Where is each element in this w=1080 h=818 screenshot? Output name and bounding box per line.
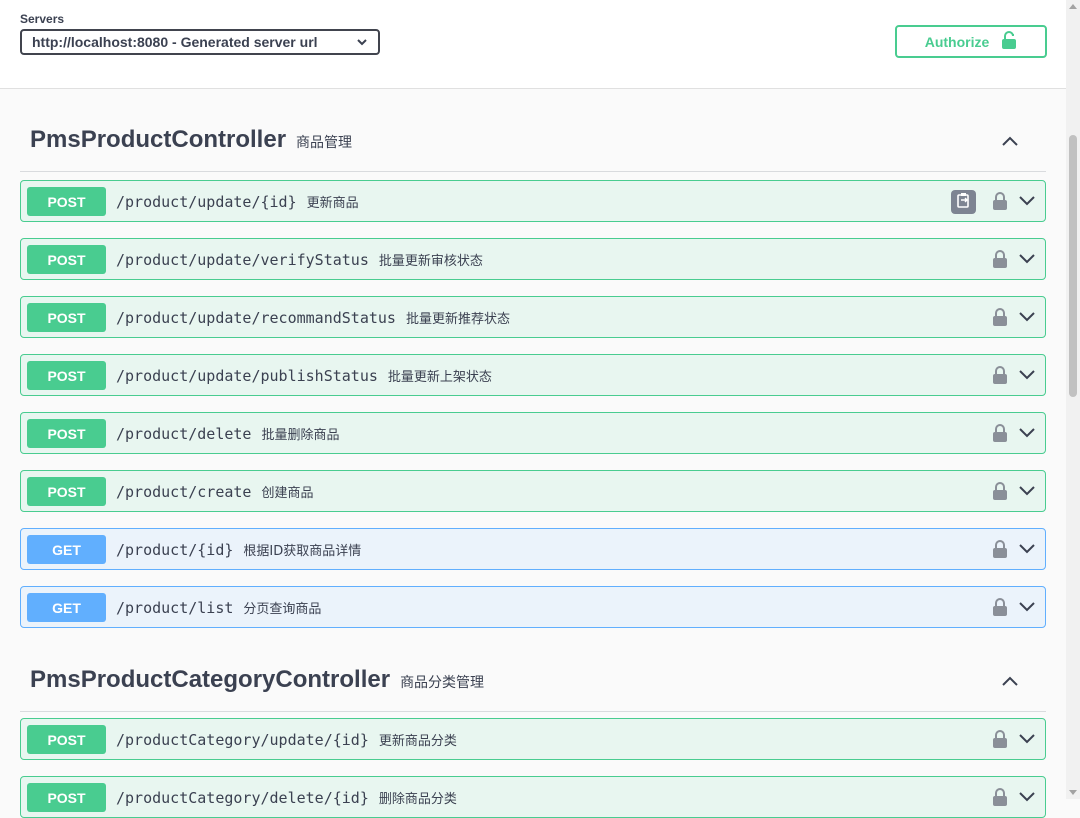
lock-icon[interactable]: [992, 539, 1008, 564]
operation-path: /product/update/recommandStatus 批量更新推荐状态: [116, 308, 510, 327]
chevron-down-icon[interactable]: [1017, 484, 1037, 503]
path-text: /product/update/verifyStatus: [116, 251, 369, 269]
method-badge: POST: [27, 361, 106, 390]
scroll-up-arrow-icon[interactable]: [1069, 4, 1077, 9]
chevron-up-icon[interactable]: [1000, 674, 1020, 693]
method-badge: GET: [27, 535, 106, 564]
operation-row[interactable]: GET/product/list 分页查询商品: [20, 586, 1046, 628]
operation-summary: 更新商品分类: [378, 734, 457, 749]
operation-summary: 删除商品分类: [378, 792, 457, 807]
method-badge: GET: [27, 593, 106, 622]
path-text: /productCategory/update/{id}: [116, 731, 369, 749]
server-select-value: http://localhost:8080 - Generated server…: [32, 34, 318, 50]
lock-icon[interactable]: [992, 787, 1008, 812]
chevron-down-icon[interactable]: [1017, 732, 1037, 751]
operation-row[interactable]: POST/product/update/verifyStatus 批量更新审核状态: [20, 238, 1046, 280]
scrollbar[interactable]: [1066, 0, 1080, 799]
operation-summary: 分页查询商品: [243, 602, 322, 617]
lock-icon[interactable]: [992, 191, 1008, 216]
authorize-button[interactable]: Authorize: [895, 25, 1047, 58]
operation-row[interactable]: POST/product/update/{id} 更新商品: [20, 180, 1046, 222]
chevron-down-icon[interactable]: [1017, 194, 1037, 213]
path-text: /product/list: [116, 599, 234, 617]
section-description: 商品分类管理: [400, 674, 485, 690]
top-bar: Servers http://localhost:8080 - Generate…: [0, 0, 1066, 89]
lock-icon[interactable]: [992, 423, 1008, 448]
method-badge: POST: [27, 245, 106, 274]
path-text: /product/{id}: [116, 541, 234, 559]
operation-path: /product/update/{id} 更新商品: [116, 192, 359, 211]
scrollbar-thumb[interactable]: [1069, 135, 1077, 397]
section-description: 商品管理: [296, 134, 353, 150]
chevron-down-icon[interactable]: [1017, 310, 1037, 329]
path-text: /product/update/recommandStatus: [116, 309, 396, 327]
operation-path: /product/{id} 根据ID获取商品详情: [116, 540, 361, 559]
operation-path: /product/update/verifyStatus 批量更新审核状态: [116, 250, 483, 269]
operation-summary: 根据ID获取商品详情: [243, 544, 362, 559]
operation-row[interactable]: POST/product/delete 批量删除商品: [20, 412, 1046, 454]
authorize-label: Authorize: [924, 33, 990, 50]
operation-summary: 创建商品: [261, 486, 314, 501]
operation-summary: 批量更新推荐状态: [405, 312, 510, 327]
operation-path: /product/create 创建商品: [116, 482, 313, 501]
chevron-down-icon[interactable]: [1017, 368, 1037, 387]
section-name: PmsProductController: [30, 126, 287, 153]
section-title: PmsProductController 商品管理: [30, 126, 352, 154]
operation-row[interactable]: POST/product/update/recommandStatus 批量更新推…: [20, 296, 1046, 338]
operation-path: /productCategory/update/{id} 更新商品分类: [116, 730, 457, 749]
operation-row[interactable]: POST/productCategory/delete/{id} 删除商品分类: [20, 776, 1046, 818]
lock-icon[interactable]: [992, 365, 1008, 390]
path-text: /product/create: [116, 483, 252, 501]
lock-icon[interactable]: [992, 307, 1008, 332]
path-text: /product/update/publishStatus: [116, 367, 378, 385]
servers-label: Servers: [20, 12, 65, 26]
path-text: /productCategory/delete/{id}: [116, 789, 369, 807]
operation-summary: 更新商品: [306, 196, 359, 211]
unlock-icon: [1001, 30, 1017, 53]
method-badge: POST: [27, 783, 106, 812]
lock-icon[interactable]: [992, 729, 1008, 754]
chevron-down-icon[interactable]: [1017, 600, 1037, 619]
lock-icon[interactable]: [992, 481, 1008, 506]
chevron-down-icon: [356, 35, 368, 51]
lock-icon[interactable]: [992, 597, 1008, 622]
operation-summary: 批量更新审核状态: [378, 254, 483, 269]
method-badge: POST: [27, 419, 106, 448]
operation-summary: 批量删除商品: [261, 428, 340, 443]
scroll-down-arrow-icon[interactable]: [1069, 790, 1077, 795]
path-text: /product/update/{id}: [116, 193, 297, 211]
section-header[interactable]: PmsProductController 商品管理: [20, 112, 1046, 172]
method-badge: POST: [27, 477, 106, 506]
operation-path: /product/update/publishStatus 批量更新上架状态: [116, 366, 492, 385]
operation-path: /product/delete 批量删除商品: [116, 424, 339, 443]
operation-path: /productCategory/delete/{id} 删除商品分类: [116, 788, 457, 807]
chevron-down-icon[interactable]: [1017, 542, 1037, 561]
chevron-down-icon[interactable]: [1017, 252, 1037, 271]
operation-summary: 批量更新上架状态: [387, 370, 492, 385]
copy-to-clipboard-button[interactable]: [951, 190, 976, 214]
section-title: PmsProductCategoryController 商品分类管理: [30, 666, 484, 694]
operation-row[interactable]: POST/product/create 创建商品: [20, 470, 1046, 512]
chevron-down-icon[interactable]: [1017, 790, 1037, 809]
method-badge: POST: [27, 187, 106, 216]
chevron-down-icon[interactable]: [1017, 426, 1037, 445]
section-header[interactable]: PmsProductCategoryController 商品分类管理: [20, 652, 1046, 712]
section-name: PmsProductCategoryController: [30, 666, 391, 693]
operation-row[interactable]: POST/product/update/publishStatus 批量更新上架状…: [20, 354, 1046, 396]
operation-row[interactable]: POST/productCategory/update/{id} 更新商品分类: [20, 718, 1046, 760]
operation-row[interactable]: GET/product/{id} 根据ID获取商品详情: [20, 528, 1046, 570]
clipboard-icon: [956, 192, 971, 213]
operation-path: /product/list 分页查询商品: [116, 598, 321, 617]
path-text: /product/delete: [116, 425, 252, 443]
lock-icon[interactable]: [992, 249, 1008, 274]
method-badge: POST: [27, 303, 106, 332]
server-select[interactable]: http://localhost:8080 - Generated server…: [20, 29, 380, 55]
chevron-up-icon[interactable]: [1000, 134, 1020, 153]
method-badge: POST: [27, 725, 106, 754]
